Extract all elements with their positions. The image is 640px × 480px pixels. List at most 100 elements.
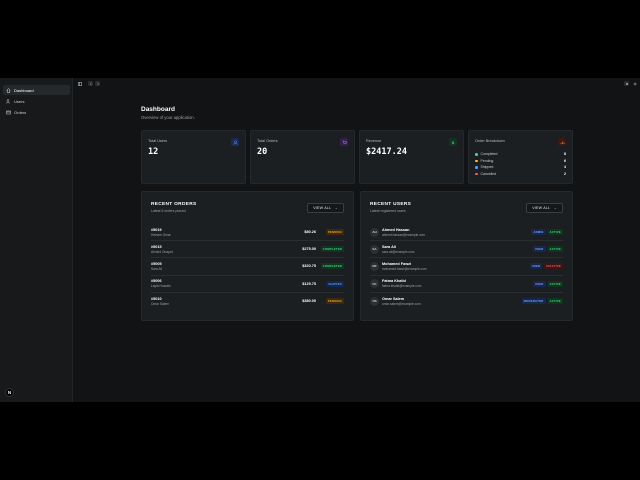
order-id: #5010 <box>151 296 162 301</box>
status-badge: ACTIVE <box>547 280 563 287</box>
button-label: VIEW ALL <box>313 206 332 210</box>
order-id: #5005 <box>151 261 162 266</box>
user-email: omar.salem@example.com <box>382 301 421 306</box>
customer-name: Sara Ali <box>151 266 162 271</box>
user-name: Ahmed Hassan <box>382 227 410 232</box>
stat-value: 12 <box>148 147 159 157</box>
customer-name: Hisham Omar <box>151 232 171 237</box>
status-dot <box>475 172 478 176</box>
order-amount: $320.75 <box>302 264 316 269</box>
avatar: FK <box>370 279 379 289</box>
nav-back-icon[interactable] <box>88 81 93 86</box>
user-name: Mohamed Fawzi <box>382 261 412 266</box>
panels-row: RECENT ORDERS Latest 5 orders placed VIE… <box>141 191 573 321</box>
dashboard-content: Dashboard Overview of your application. … <box>141 106 573 321</box>
customer-name: Ahmed Ouaycd <box>151 249 173 254</box>
order-amount: $129.75 <box>302 281 316 286</box>
avatar: AH <box>370 227 379 237</box>
stat-card-order-breakdown: Order Breakdown Completed 8 Pending 6 Ship… <box>468 130 573 184</box>
breakdown-list: Completed 8 Pending 6 Shipped 4 Cancelled 2 <box>475 151 566 177</box>
order-amount: $380.00 <box>302 299 316 304</box>
view-all-orders-button[interactable]: VIEW ALL → <box>307 203 344 213</box>
customer-name: Omar Salem <box>151 301 169 306</box>
home-icon <box>6 87 11 93</box>
breakdown-label: Completed <box>480 152 498 157</box>
table-row[interactable]: #5005 Sara Ali $320.75 COMPLETED <box>151 258 344 276</box>
status-badge: ACTIVE <box>547 298 563 305</box>
status-badge: SHIPPED <box>326 280 344 287</box>
stat-value: $2417.24 <box>366 147 407 157</box>
user-name: Sara Ali <box>382 244 396 249</box>
breakdown-row-shipped: Shipped 4 <box>475 164 566 171</box>
stats-row: Total Users 12 Total Orders 20 Revenue $… <box>141 130 573 184</box>
stat-card-total-orders: Total Orders 20 <box>250 130 355 184</box>
breakdown-label: Cancelled <box>480 172 497 177</box>
table-row[interactable]: #5006 Layla Hussein $129.75 SHIPPED <box>151 276 344 293</box>
status-badge: COMPLETED <box>320 246 344 253</box>
list-item[interactable]: FK Fatma Khalid fatma.khalid@example.com US… <box>370 276 563 293</box>
order-id: #5019 <box>151 227 162 232</box>
stat-card-revenue: Revenue $2417.24 $ <box>359 130 464 184</box>
stat-label: Total Orders <box>257 139 278 143</box>
list-item[interactable]: MF Mohamed Fawzi mohamed.fawzi@example.com… <box>370 258 563 276</box>
user-name: Omar Salem <box>382 296 405 301</box>
stat-label: Total Users <box>148 139 167 143</box>
customer-name: Layla Hussein <box>151 284 172 289</box>
sidebar-item-users[interactable]: Users <box>3 96 70 106</box>
list-item[interactable]: SA Sara Ali sara.ali@example.com USER ACTIVE <box>370 241 563 259</box>
theme-toggle-icon[interactable] <box>624 81 629 86</box>
status-badge: PENDING <box>325 229 344 236</box>
table-row[interactable]: #5019 Hisham Omar $80.26 PENDING <box>151 224 344 242</box>
order-id: #5015 <box>151 244 162 249</box>
table-row[interactable]: #5015 Ahmed Ouaycd $275.00 COMPLETED <box>151 241 344 259</box>
stat-label: Revenue <box>366 139 382 143</box>
table-row[interactable]: #5010 Omar Salem $380.00 PENDING <box>151 293 344 310</box>
role-badge: USER <box>532 280 546 287</box>
sidebar-item-label: Users <box>14 98 25 104</box>
page-title: Dashboard <box>141 106 175 113</box>
arrow-right-icon: → <box>553 206 557 210</box>
recent-orders-panel: RECENT ORDERS Latest 5 orders placed VIE… <box>141 191 354 321</box>
status-dot <box>475 153 478 156</box>
breakdown-row-completed: Completed 8 <box>475 151 566 158</box>
breakdown-row-cancelled: Cancelled 2 <box>475 171 566 178</box>
status-badge: ACTIVE <box>547 246 563 253</box>
app-logo[interactable]: N <box>5 388 14 397</box>
user-email: mohamed.fawzi@example.com <box>382 266 427 271</box>
sidebar-item-label: Dashboard <box>14 87 34 93</box>
recent-users-panel: RECENT USERS Latest registered users VIE… <box>360 191 573 321</box>
breakdown-label: Shipped <box>480 165 494 170</box>
breakdown-label: Pending <box>480 158 494 163</box>
users-list: AH Ahmed Hassan ahmed.hassan@example.com AD… <box>370 224 563 310</box>
avatar: MF <box>370 261 379 271</box>
sidebar-item-dashboard[interactable]: Dashboard <box>3 85 70 95</box>
avatar: OS <box>370 296 379 306</box>
order-amount: $275.00 <box>302 247 316 252</box>
avatar: SA <box>370 244 379 254</box>
chart-icon <box>558 138 566 146</box>
breakdown-value: 8 <box>564 152 566 157</box>
status-dot <box>475 159 478 163</box>
user-email: fatma.khalid@example.com <box>382 284 422 289</box>
page-subtitle: Overview of your application. <box>141 115 195 120</box>
role-badge: USER <box>532 246 546 253</box>
main-area: Dashboard Overview of your application. … <box>73 78 640 402</box>
view-all-users-button[interactable]: VIEW ALL → <box>526 203 563 213</box>
list-item[interactable]: AH Ahmed Hassan ahmed.hassan@example.com AD… <box>370 224 563 242</box>
breakdown-value: 6 <box>564 158 566 163</box>
breakdown-value: 4 <box>564 165 566 170</box>
sidebar-item-label: Orders <box>14 109 27 115</box>
sidebar: Dashboard Users Orders N <box>0 78 73 402</box>
list-item[interactable]: OS Omar Salem omar.salem@example.com MODERA… <box>370 293 563 310</box>
user-email: ahmed.hassan@example.com <box>382 232 426 237</box>
role-badge: USER <box>529 263 543 270</box>
sidebar-item-orders[interactable]: Orders <box>3 107 70 117</box>
sidebar-toggle-icon[interactable] <box>77 81 82 86</box>
nav-forward-icon[interactable] <box>95 81 100 86</box>
cart-icon <box>340 138 348 146</box>
users-icon <box>6 98 11 104</box>
users-icon <box>231 138 239 146</box>
gear-icon[interactable] <box>632 81 637 86</box>
breakdown-row-pending: Pending 6 <box>475 158 566 165</box>
status-badge: ACTIVE <box>547 229 563 236</box>
